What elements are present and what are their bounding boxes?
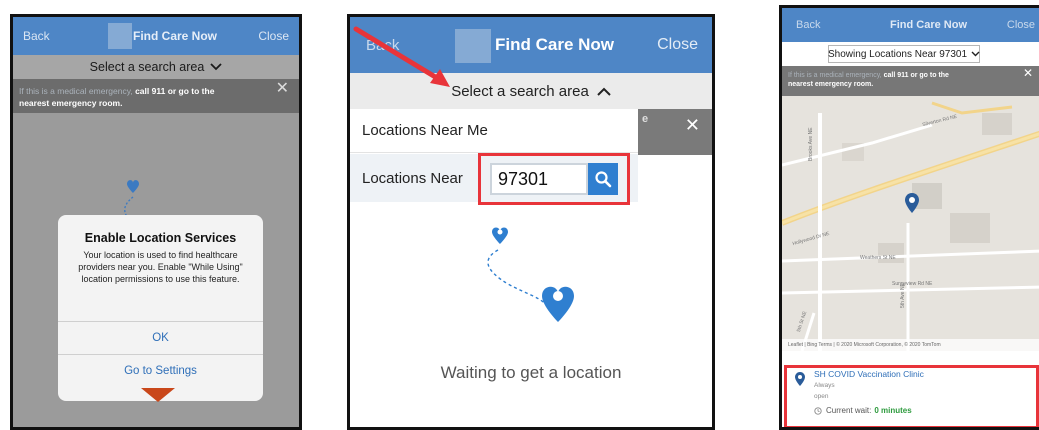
banner-fragment: e [642, 113, 649, 125]
banner-emphasis: call 911 or go to the [135, 86, 215, 96]
location-pin-icon [127, 180, 139, 193]
path-illustration [487, 227, 574, 322]
search-area-label: Select a search area [89, 60, 205, 74]
nav-bar: Back Find Care Now Close [782, 8, 1039, 42]
back-button[interactable]: Back [796, 8, 820, 42]
dialog-body: Your location is used to find healthcare… [78, 250, 243, 284]
location-permission-dialog: Enable Location Services Your location i… [58, 215, 263, 401]
nav-bar: Back Find Care Now Close [13, 17, 299, 55]
go-to-settings-button[interactable]: Go to Settings [58, 354, 263, 387]
banner-emphasis: call 911 or go to the [883, 72, 949, 79]
chevron-down-icon [971, 49, 980, 60]
selector-row: Showing Locations Near 97301 [782, 42, 1039, 66]
screen-location-permission: Back Find Care Now Close Select a search… [10, 14, 302, 430]
callout-highlight-box [478, 153, 630, 205]
menu-item-label: Locations Near [362, 169, 463, 187]
callout-highlight-box [784, 365, 1039, 427]
banner-lead: If this is a medical emergency, [788, 72, 882, 79]
search-area-selector[interactable]: Showing Locations Near 97301 [828, 45, 980, 63]
banner-close-icon[interactable]: ✕ [276, 81, 289, 97]
screen-search-area-menu: Back Find Care Now Close Select a search… [347, 14, 715, 430]
banner-close-icon[interactable]: ✕ [1023, 67, 1033, 79]
screen-map-results: Back Find Care Now Close Showing Locatio… [779, 5, 1039, 430]
nav-title: Find Care Now [890, 19, 968, 31]
street-label: Weathers St NE [860, 255, 896, 261]
search-area-label: Showing Locations Near 97301 [828, 48, 967, 60]
nav-title: Find Care Now [495, 35, 615, 54]
back-button[interactable]: Back [23, 17, 50, 55]
search-area-selector[interactable]: Select a search area [13, 55, 299, 79]
menu-item-label: Locations Near Me [362, 122, 488, 139]
emergency-banner-partial: e ✕ [638, 109, 712, 155]
close-button[interactable]: Close [258, 17, 289, 55]
banner-line2: nearest emergency room. [788, 81, 874, 88]
dialog-title: Enable Location Services [84, 231, 237, 245]
close-button[interactable]: Close [657, 17, 698, 73]
map-attribution: Leaflet | Bing Terms | © 2020 Microsoft … [782, 339, 1039, 351]
provider-logo [108, 23, 132, 49]
emergency-banner: If this is a medical emergency, call 911… [782, 66, 1039, 96]
search-area-label: Select a search area [451, 82, 589, 100]
street-label: 5th Ave NE [900, 283, 906, 308]
emergency-banner: If this is a medical emergency, call 911… [13, 79, 299, 113]
banner-close-icon[interactable]: ✕ [685, 115, 700, 136]
pointer-triangle-icon [141, 388, 175, 402]
map-pin-icon[interactable] [904, 192, 920, 214]
street-label: Brooks Ave NE [808, 127, 814, 161]
nav-title: Find Care Now [133, 29, 218, 43]
ok-button[interactable]: OK [58, 321, 263, 354]
chevron-up-icon [597, 83, 611, 100]
menu-item-locations-near-me[interactable]: Locations Near Me [350, 109, 638, 153]
banner-lead: If this is a medical emergency, [19, 86, 133, 96]
chevron-down-icon [210, 60, 222, 74]
callout-arrow-icon [353, 26, 450, 87]
close-button[interactable]: Close [1007, 8, 1035, 42]
banner-line2: nearest emergency room. [19, 98, 123, 108]
street-label: Sunnyview Rd NE [892, 281, 933, 287]
map-view[interactable]: Brooks Ave NE Silverton Rd NE Weathers S… [782, 73, 1039, 351]
waiting-message: Waiting to get a location [440, 363, 622, 382]
